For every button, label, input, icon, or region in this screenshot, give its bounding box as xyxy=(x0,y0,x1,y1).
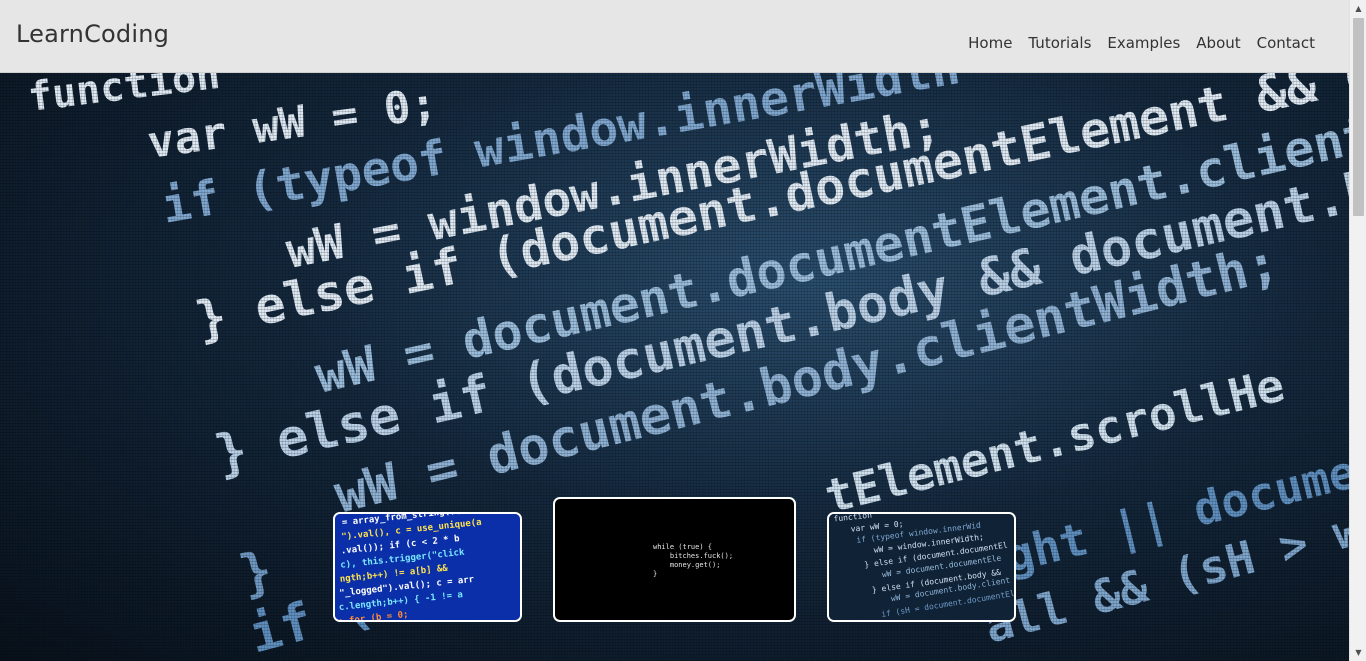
nav-about[interactable]: About xyxy=(1196,34,1240,52)
nav-contact[interactable]: Contact xyxy=(1257,34,1315,52)
navbar: LearnCoding Home Tutorials Examples Abou… xyxy=(0,0,1349,73)
nav-home[interactable]: Home xyxy=(968,34,1012,52)
scroll-down-icon[interactable]: ▼ xyxy=(1350,644,1366,661)
page-scrollbar[interactable]: ▲ ▼ xyxy=(1349,0,1366,661)
thumbnail-2[interactable]: while (true) { bitches.fuck(); money.get… xyxy=(553,497,796,622)
thumbnail-3[interactable]: function var wW = 0; if (typeof window.i… xyxy=(827,512,1016,622)
brand-logo[interactable]: LearnCoding xyxy=(16,20,169,48)
thumbnail-1[interactable]: = array_from_string($( ").val(), c = use… xyxy=(333,512,522,622)
thumbnail-1-art: = array_from_string($( ").val(), c = use… xyxy=(335,514,520,620)
nav-links: Home Tutorials Examples About Contact xyxy=(952,34,1315,52)
code-line: } xyxy=(234,540,279,606)
thumbnail-3-art: function var wW = 0; if (typeof window.i… xyxy=(829,514,1014,620)
nav-tutorials[interactable]: Tutorials xyxy=(1028,34,1091,52)
nav-examples[interactable]: Examples xyxy=(1107,34,1180,52)
scroll-thumb[interactable] xyxy=(1353,18,1364,216)
scroll-up-icon[interactable]: ▲ xyxy=(1350,0,1366,17)
thumbnail-2-code: while (true) { bitches.fuck(); money.get… xyxy=(653,543,734,578)
